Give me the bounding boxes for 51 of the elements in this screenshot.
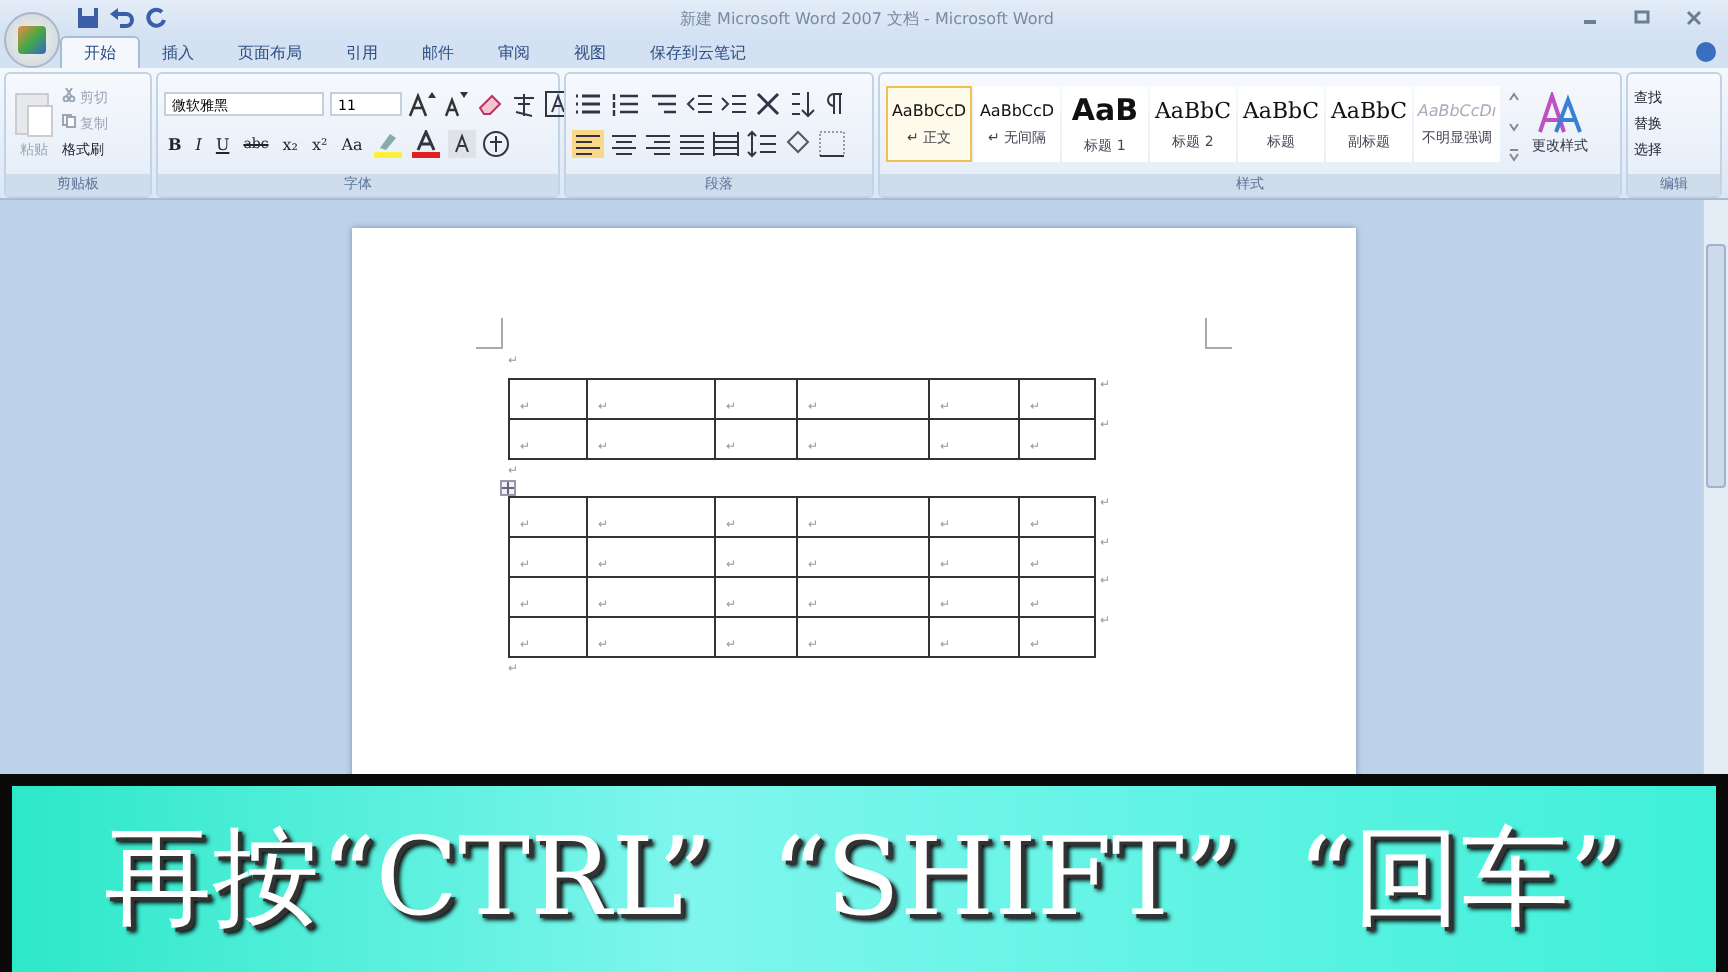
ribbon-tab[interactable]: 保存到云笔记 [628,38,768,68]
borders-icon[interactable] [818,130,846,158]
scissors-icon [62,88,76,102]
justify-icon[interactable] [678,130,706,158]
ribbon-tab[interactable]: 审阅 [476,38,552,68]
office-button[interactable] [4,12,60,68]
format-button[interactable]: B [164,134,186,154]
multilevel-list-icon[interactable] [648,90,680,118]
ribbon-tab[interactable]: 开始 [60,36,140,68]
ribbon-tab[interactable]: 引用 [324,38,400,68]
undo-icon[interactable] [108,6,136,30]
format-button[interactable]: U [211,135,234,153]
grow-font-icon[interactable] [408,90,436,118]
caption-text: 再按“CTRL” “SHIFT” “回车” [104,812,1624,944]
decrease-indent-icon[interactable] [686,90,714,118]
margin-corner-mark [1204,318,1232,350]
align-right-icon[interactable] [644,130,672,158]
distribute-icon[interactable] [712,130,740,158]
close-icon[interactable] [1684,8,1704,28]
sort-icon[interactable] [788,90,816,118]
redo-icon[interactable] [144,6,168,30]
ribbon-tab[interactable]: 页面布局 [216,38,324,68]
shrink-font-icon[interactable] [442,90,470,118]
format-button[interactable]: x² [307,135,332,153]
numbered-list-icon[interactable] [610,90,642,118]
ribbon-tab[interactable]: 插入 [140,38,216,68]
align-left-icon[interactable] [572,130,604,158]
eraser-icon[interactable] [476,90,504,118]
shading-icon[interactable] [784,130,812,158]
show-marks-icon[interactable] [822,90,846,118]
format-button[interactable]: I [191,135,206,153]
ribbon-tab[interactable]: 邮件 [400,38,476,68]
save-icon[interactable] [76,6,100,30]
align-center-icon[interactable] [610,130,638,158]
font-color-icon[interactable] [410,130,443,158]
phonetic-icon[interactable] [510,90,538,118]
format-button[interactable]: x₂ [278,135,302,153]
copy-icon [62,114,76,128]
restore-icon[interactable] [1632,8,1652,28]
increase-indent-icon[interactable] [720,90,748,118]
character-shading-icon[interactable] [448,130,477,158]
format-button[interactable]: Aa [337,135,367,153]
line-spacing-icon[interactable] [746,130,778,158]
margin-corner-mark [476,318,504,350]
enclosed-character-icon[interactable] [482,130,511,158]
table-move-handle[interactable] [500,480,516,496]
ribbon-tab[interactable]: 视图 [552,38,628,68]
bullet-list-icon[interactable] [572,90,604,118]
vertical-scrollbar[interactable] [1702,200,1728,774]
change-styles-icon [1536,92,1584,136]
window-title: 新建 Microsoft Word 2007 文档 - Microsoft Word [680,7,1054,29]
